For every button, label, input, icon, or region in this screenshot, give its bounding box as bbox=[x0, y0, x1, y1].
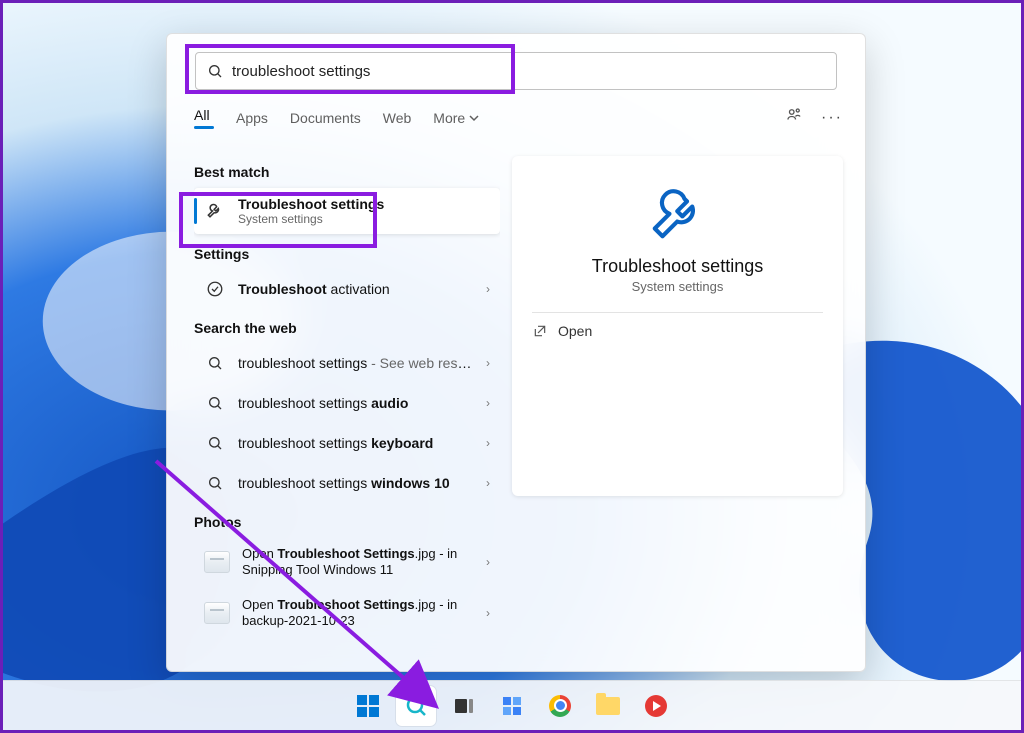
search-icon bbox=[204, 392, 226, 414]
tab-apps[interactable]: Apps bbox=[236, 110, 268, 132]
chevron-right-icon: › bbox=[486, 555, 490, 569]
chevron-right-icon: › bbox=[486, 476, 490, 490]
chrome-icon bbox=[549, 695, 571, 717]
search-icon bbox=[204, 432, 226, 454]
best-match-result[interactable]: Troubleshoot settings System settings bbox=[194, 188, 500, 234]
feedback-icon[interactable] bbox=[785, 106, 803, 129]
photo-result[interactable]: Open Troubleshoot Settings.jpg - in back… bbox=[194, 589, 500, 638]
taskbar-app-chrome[interactable] bbox=[540, 686, 580, 726]
section-search-web: Search the web bbox=[194, 320, 500, 336]
chevron-right-icon: › bbox=[486, 436, 490, 450]
widgets-icon bbox=[500, 694, 524, 718]
result-bold: Troubleshoot bbox=[238, 281, 327, 297]
web-result[interactable]: troubleshoot settings windows 10 › bbox=[194, 464, 500, 502]
results-column: Best match Troubleshoot settings System … bbox=[194, 156, 500, 663]
web-term: troubleshoot settings bbox=[238, 355, 367, 371]
image-thumb-icon bbox=[204, 551, 230, 573]
web-result[interactable]: troubleshoot settings keyboard › bbox=[194, 424, 500, 462]
wrench-icon bbox=[647, 182, 709, 244]
taskbar-search-button[interactable] bbox=[396, 686, 436, 726]
web-suffix: - See web results bbox=[367, 355, 474, 371]
search-input[interactable] bbox=[224, 63, 826, 80]
tab-web[interactable]: Web bbox=[383, 110, 412, 132]
search-panel: All Apps Documents Web More ··· Best mat… bbox=[166, 33, 866, 672]
taskbar-app-generic[interactable] bbox=[636, 686, 676, 726]
tab-all[interactable]: All bbox=[194, 107, 214, 135]
open-label: Open bbox=[558, 323, 592, 339]
web-result[interactable]: troubleshoot settings - See web results … bbox=[194, 344, 500, 382]
chevron-right-icon: › bbox=[486, 396, 490, 410]
check-circle-icon bbox=[204, 278, 226, 300]
start-button[interactable] bbox=[348, 686, 388, 726]
search-tabs: All Apps Documents Web More bbox=[194, 107, 479, 135]
preview-title: Troubleshoot settings bbox=[592, 256, 763, 277]
search-actions: ··· bbox=[785, 106, 843, 129]
task-view-icon bbox=[452, 694, 476, 718]
search-icon bbox=[206, 62, 224, 80]
result-preview: Troubleshoot settings System settings Op… bbox=[512, 156, 843, 496]
widgets-button[interactable] bbox=[492, 686, 532, 726]
taskbar-app-explorer[interactable] bbox=[588, 686, 628, 726]
section-photos: Photos bbox=[194, 514, 500, 530]
preview-subtitle: System settings bbox=[632, 279, 724, 294]
section-best-match: Best match bbox=[194, 164, 500, 180]
search-icon bbox=[404, 694, 428, 718]
photo-result[interactable]: Open Troubleshoot Settings.jpg - in Snip… bbox=[194, 538, 500, 587]
red-app-icon bbox=[645, 695, 667, 717]
more-options-icon[interactable]: ··· bbox=[821, 109, 843, 127]
wrench-icon bbox=[204, 200, 226, 222]
task-view-button[interactable] bbox=[444, 686, 484, 726]
chevron-right-icon: › bbox=[486, 282, 490, 296]
chevron-right-icon: › bbox=[486, 606, 490, 620]
section-settings: Settings bbox=[194, 246, 500, 262]
open-link-icon bbox=[532, 323, 548, 339]
image-thumb-icon bbox=[204, 602, 230, 624]
taskbar bbox=[3, 680, 1021, 730]
best-match-subtitle: System settings bbox=[238, 212, 490, 226]
web-result[interactable]: troubleshoot settings audio › bbox=[194, 384, 500, 422]
result-suffix: activation bbox=[327, 281, 390, 297]
folder-icon bbox=[596, 697, 620, 715]
tab-documents[interactable]: Documents bbox=[290, 110, 361, 132]
search-box[interactable] bbox=[195, 52, 837, 90]
search-icon bbox=[204, 472, 226, 494]
settings-result[interactable]: Troubleshoot activation › bbox=[194, 270, 500, 308]
chevron-right-icon: › bbox=[486, 356, 490, 370]
open-action[interactable]: Open bbox=[532, 323, 592, 339]
tab-more[interactable]: More bbox=[433, 110, 479, 132]
search-icon bbox=[204, 352, 226, 374]
best-match-title: Troubleshoot settings bbox=[238, 196, 490, 212]
windows-logo-icon bbox=[357, 695, 379, 717]
chevron-down-icon bbox=[469, 113, 479, 123]
